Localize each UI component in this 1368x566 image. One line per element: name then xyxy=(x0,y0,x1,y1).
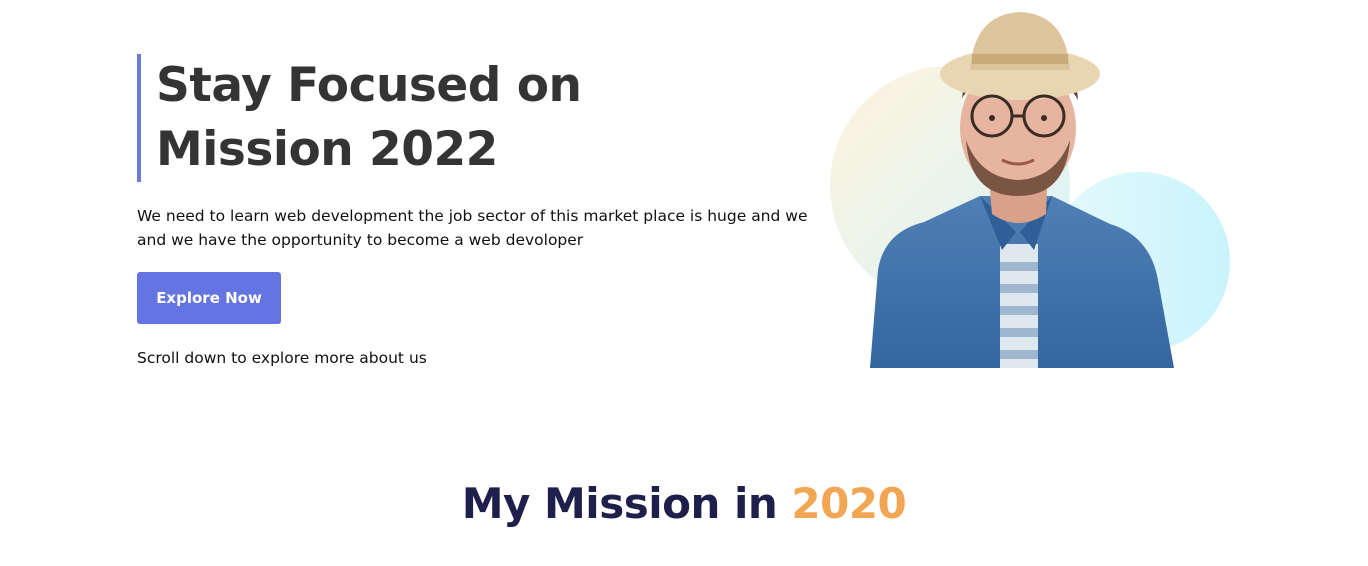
hero-description: We need to learn web development the job… xyxy=(137,207,808,249)
hero-title-block: Stay Focused on Mission 2022 xyxy=(137,54,837,182)
hero-portrait xyxy=(820,0,1240,368)
mission-heading-year: 2020 xyxy=(791,479,907,528)
explore-now-button[interactable]: Explore Now xyxy=(137,272,281,324)
scroll-hint: Scroll down to explore more about us xyxy=(137,349,427,367)
mission-heading: My Mission in 2020 xyxy=(0,476,1368,532)
mission-heading-prefix: My Mission in xyxy=(461,479,792,528)
hero-section: Stay Focused on Mission 2022 We need to … xyxy=(0,0,1368,400)
hero-title: Stay Focused on Mission 2022 xyxy=(156,58,582,177)
hero-text-block: Stay Focused on Mission 2022 We need to … xyxy=(137,54,837,370)
person-illustration-icon xyxy=(830,12,1230,368)
